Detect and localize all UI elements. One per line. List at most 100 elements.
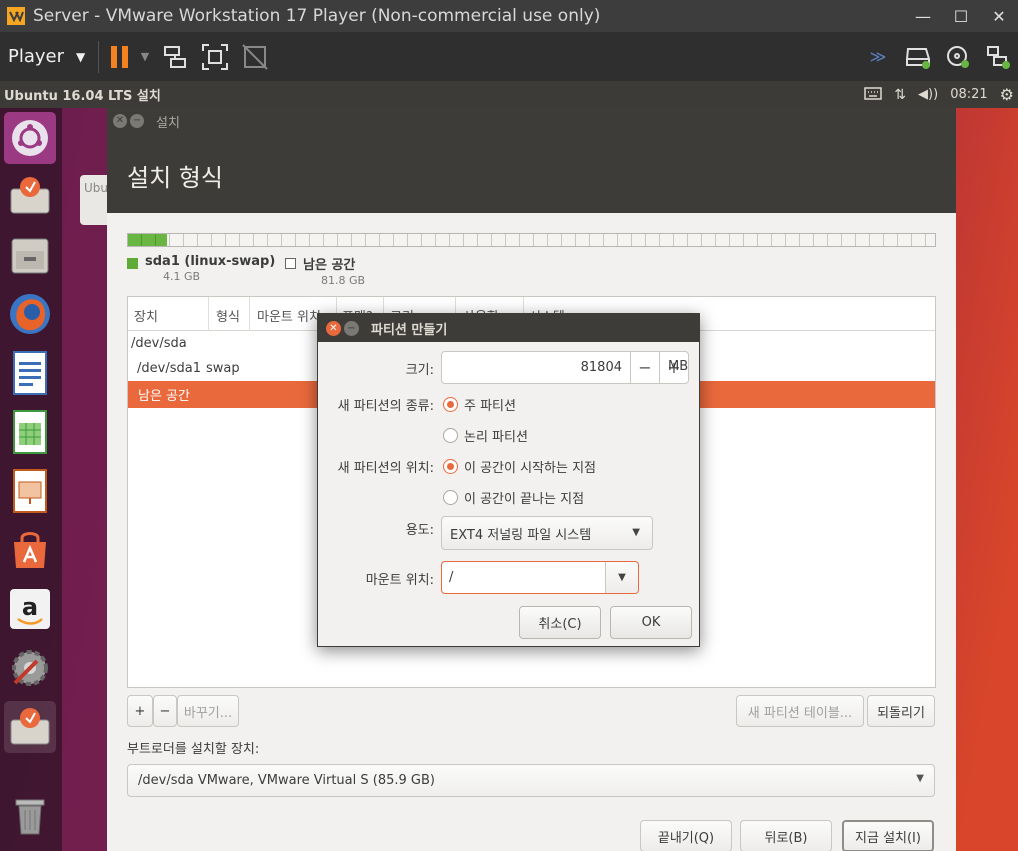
type-label: 새 파티션의 종류:: [337, 399, 434, 414]
cd-icon[interactable]: [938, 37, 978, 77]
usb-icon[interactable]: [978, 37, 1018, 77]
legend-free: 남은 공간 81.8 GB: [285, 254, 365, 287]
legend-free-name: 남은 공간: [303, 258, 356, 273]
change-partition-button[interactable]: 바꾸기...: [177, 695, 239, 727]
radio-unselected-icon: [443, 428, 458, 443]
ubuntu-dash-icon[interactable]: [4, 112, 56, 164]
volume-icon[interactable]: ◀)): [918, 87, 938, 102]
col-type[interactable]: 형식: [216, 306, 240, 325]
page-title: 설치 형식: [127, 164, 223, 192]
chevron-down-icon: ▼: [916, 773, 924, 784]
radio-location-end[interactable]: 이 공간이 끝나는 지점: [443, 488, 584, 507]
radio-unselected-icon: [443, 490, 458, 505]
trash-icon[interactable]: [4, 788, 56, 840]
minimize-icon[interactable]: −: [344, 320, 359, 336]
row-device: 남은 공간: [138, 389, 190, 404]
revert-button[interactable]: 되돌리기: [867, 695, 935, 727]
vmware-logo-icon: [5, 5, 27, 27]
firefox-icon[interactable]: [4, 288, 56, 340]
keyboard-icon[interactable]: [864, 86, 883, 104]
legend-swap-size: 4.1 GB: [163, 270, 201, 283]
radio-logical[interactable]: 논리 파티션: [443, 426, 528, 445]
size-label: 크기:: [405, 363, 434, 378]
pause-icon[interactable]: [105, 37, 135, 77]
ubuntu-top-panel: Ubuntu 16.04 LTS 설치 ⇅ ◀)) 08:21 ⚙: [0, 81, 1018, 108]
create-partition-dialog: ✕ − 파티션 만들기 크기: 81804 − + MB 새 파티션의 종류: …: [317, 313, 700, 647]
bootloader-label: 부트로더를 설치할 장치:: [127, 742, 260, 757]
network-icon[interactable]: ≫: [858, 37, 898, 77]
close-icon[interactable]: ✕: [326, 320, 341, 336]
unity-launcher: a: [0, 108, 62, 851]
calc-icon[interactable]: [4, 406, 56, 458]
radio-selected-icon: [443, 397, 458, 412]
installer-header: ✕ − 설치 설치 형식: [107, 108, 956, 213]
bootloader-device-select[interactable]: /dev/sda VMware, VMware Virtual S (85.9 …: [127, 764, 935, 797]
ok-button[interactable]: OK: [610, 606, 692, 639]
minimize-button[interactable]: —: [904, 0, 942, 32]
mount-label: 마운트 위치:: [365, 573, 434, 588]
new-partition-table-button[interactable]: 새 파티션 테이블...: [736, 695, 864, 727]
background-window-label: Ubu: [84, 181, 109, 195]
clock[interactable]: 08:21: [950, 87, 987, 102]
minimize-icon[interactable]: −: [130, 114, 144, 128]
files-icon[interactable]: [4, 229, 56, 281]
radio-location-start[interactable]: 이 공간이 시작하는 지점: [443, 457, 596, 476]
col-mount[interactable]: 마운트 위치: [257, 306, 321, 325]
disk-icon[interactable]: [898, 37, 938, 77]
use-as-select[interactable]: EXT4 저널링 파일 시스템 ▼: [441, 516, 653, 550]
dialog-titlebar: ✕ − 파티션 만들기: [318, 314, 699, 342]
legend-free-size: 81.8 GB: [321, 274, 366, 287]
panel-app-title: Ubuntu 16.04 LTS 설치: [4, 89, 161, 104]
use-label: 용도:: [405, 523, 434, 538]
size-input[interactable]: 81804: [442, 352, 630, 383]
player-menu-label: Player: [8, 46, 65, 67]
amazon-icon[interactable]: a: [4, 583, 56, 635]
vmware-toolbar: Player ▼ ▼ ≫: [0, 32, 1018, 81]
mount-point-input[interactable]: /: [442, 562, 605, 593]
unity-icon[interactable]: [235, 37, 275, 77]
back-button[interactable]: 뒤로(B): [740, 820, 832, 851]
radio-logical-label: 논리 파티션: [464, 430, 528, 445]
installer-icon[interactable]: [4, 170, 56, 222]
col-device[interactable]: 장치: [134, 306, 158, 325]
install-now-button[interactable]: 지금 설치(I): [842, 820, 934, 851]
cancel-button[interactable]: 취소(C): [519, 606, 601, 639]
writer-icon[interactable]: [4, 347, 56, 399]
impress-icon[interactable]: [4, 465, 56, 517]
legend-swap: sda1 (linux-swap) 4.1 GB: [127, 254, 275, 283]
radio-primary-label: 주 파티션: [464, 399, 516, 414]
pause-dropdown-icon[interactable]: ▼: [135, 37, 155, 77]
chevron-down-icon: ▼: [632, 527, 640, 538]
radio-location-start-label: 이 공간이 시작하는 지점: [464, 461, 596, 476]
toolbar-divider: [98, 40, 99, 73]
installer-running-icon[interactable]: [4, 701, 56, 753]
radio-primary[interactable]: 주 파티션: [443, 395, 516, 414]
remove-partition-button[interactable]: −: [153, 695, 177, 727]
legend-free-swatch: [285, 258, 296, 269]
row-device: /dev/sda: [131, 336, 187, 351]
chevron-down-icon: ▼: [76, 49, 86, 64]
mount-point-combo[interactable]: / ▼: [441, 561, 639, 594]
transfer-icon[interactable]: ⇅: [894, 87, 906, 103]
system-settings-icon[interactable]: [4, 642, 56, 694]
dialog-title: 파티션 만들기: [371, 322, 448, 338]
partition-bar: [127, 233, 936, 247]
close-icon[interactable]: ✕: [113, 114, 127, 128]
send-keys-icon[interactable]: [155, 37, 195, 77]
chevron-down-icon[interactable]: ▼: [605, 562, 638, 593]
bootloader-device-value: /dev/sda VMware, VMware Virtual S (85.9 …: [138, 773, 435, 788]
quit-button[interactable]: 끝내기(Q): [640, 820, 732, 851]
legend-swap-swatch: [127, 258, 138, 269]
player-menu[interactable]: Player ▼: [0, 46, 92, 67]
size-spinbox[interactable]: 81804 − +: [441, 351, 689, 384]
settings-icon[interactable]: ⚙: [1000, 85, 1014, 104]
maximize-button[interactable]: ☐: [942, 0, 980, 32]
size-unit: MB: [668, 359, 689, 374]
close-button[interactable]: ✕: [980, 0, 1018, 32]
software-center-icon[interactable]: [4, 524, 56, 576]
use-as-value: EXT4 저널링 파일 시스템: [450, 527, 592, 543]
add-partition-button[interactable]: +: [127, 695, 153, 727]
vmware-titlebar: Server - VMware Workstation 17 Player (N…: [0, 0, 1018, 32]
decrement-button[interactable]: −: [630, 352, 659, 383]
fullscreen-icon[interactable]: [195, 37, 235, 77]
